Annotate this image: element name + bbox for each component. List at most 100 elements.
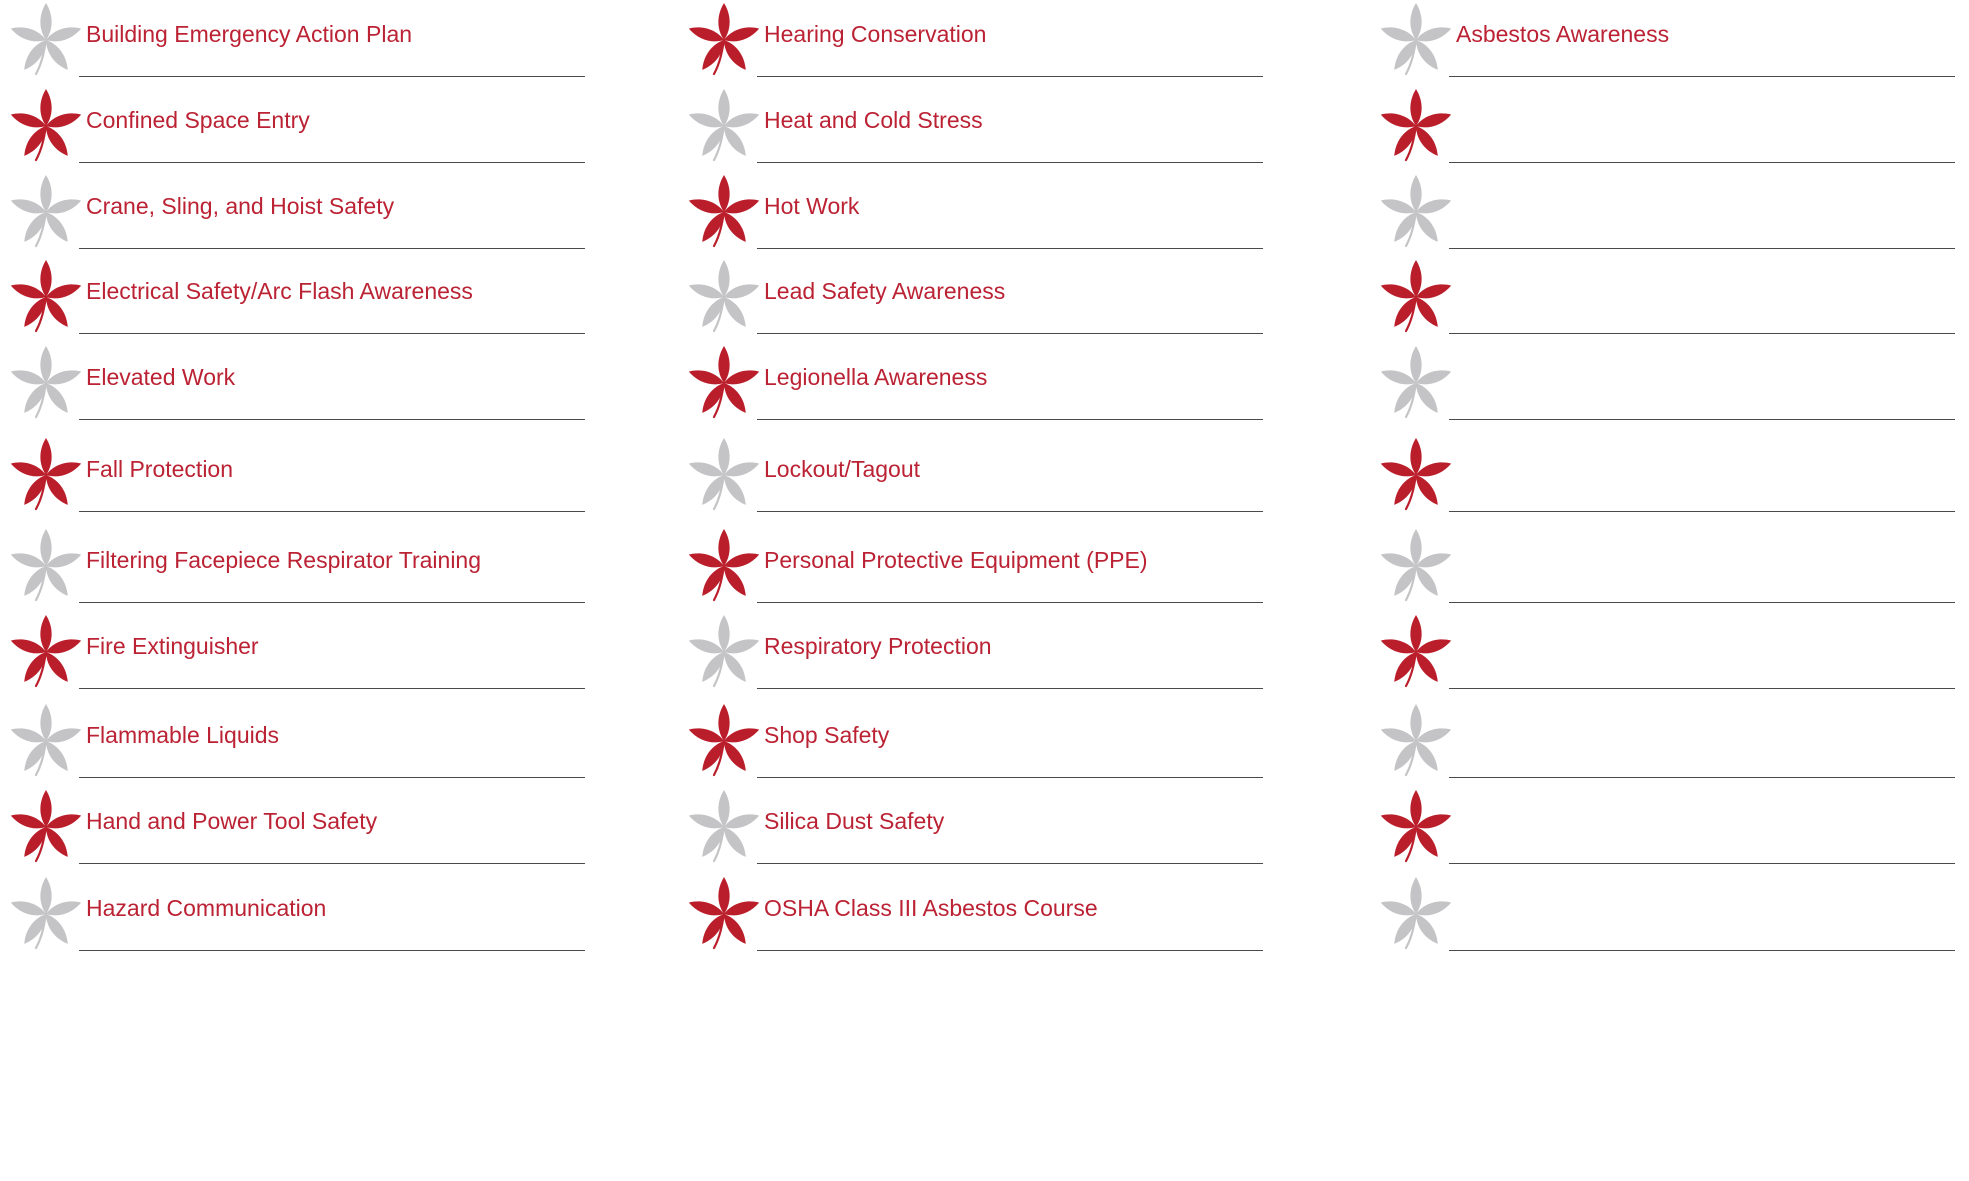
training-item-label: Shop Safety: [764, 722, 890, 748]
signature-line[interactable]: [79, 950, 585, 951]
training-item: Lockout/Tagout: [684, 435, 1274, 531]
training-item-label: Crane, Sling, and Hoist Safety: [86, 193, 395, 219]
training-item: Elevated Work: [6, 343, 596, 439]
blank-item: [1376, 612, 1966, 708]
training-item-label: Asbestos Awareness: [1456, 21, 1670, 47]
signature-line[interactable]: [79, 248, 585, 249]
buckeye-leaf-icon: [684, 435, 764, 521]
training-item-label: Fire Extinguisher: [86, 633, 259, 659]
training-item-label: OSHA Class III Asbestos Course: [764, 895, 1098, 921]
buckeye-leaf-icon: [684, 612, 764, 698]
signature-line[interactable]: [79, 162, 585, 163]
signature-line[interactable]: [1449, 777, 1955, 778]
signature-line[interactable]: [79, 419, 585, 420]
signature-line[interactable]: [757, 777, 1263, 778]
signature-line[interactable]: [757, 162, 1263, 163]
buckeye-leaf-icon: [684, 343, 764, 429]
buckeye-leaf-icon: [1376, 612, 1456, 698]
training-item: OSHA Class III Asbestos Course: [684, 874, 1274, 970]
signature-line[interactable]: [79, 777, 585, 778]
signature-line[interactable]: [79, 863, 585, 864]
blank-item: [1376, 86, 1966, 182]
signature-line[interactable]: [1449, 162, 1955, 163]
blank-item: [1376, 874, 1966, 970]
signature-line[interactable]: [1449, 688, 1955, 689]
training-item: Fall Protection: [6, 435, 596, 531]
training-item-label: Flammable Liquids: [86, 722, 280, 748]
training-item-label: Electrical Safety/Arc Flash Awareness: [86, 278, 473, 304]
signature-line[interactable]: [757, 248, 1263, 249]
buckeye-leaf-icon: [684, 172, 764, 258]
signature-line[interactable]: [757, 688, 1263, 689]
buckeye-leaf-icon: [6, 701, 86, 787]
blank-item: [1376, 257, 1966, 353]
signature-line[interactable]: [1449, 419, 1955, 420]
training-item: Confined Space Entry: [6, 86, 596, 182]
signature-line[interactable]: [757, 863, 1263, 864]
training-item: Flammable Liquids: [6, 701, 596, 797]
training-item-label: Personal Protective Equipment (PPE): [764, 547, 1148, 573]
training-item: Heat and Cold Stress: [684, 86, 1274, 182]
buckeye-leaf-icon: [6, 435, 86, 521]
training-item: Hazard Communication: [6, 874, 596, 970]
buckeye-leaf-icon: [684, 874, 764, 960]
training-item-label: Silica Dust Safety: [764, 808, 945, 834]
training-item-label: Hazard Communication: [86, 895, 327, 921]
training-item-label: Heat and Cold Stress: [764, 107, 983, 133]
signature-line[interactable]: [757, 333, 1263, 334]
signature-line[interactable]: [1449, 863, 1955, 864]
signature-line[interactable]: [757, 950, 1263, 951]
training-item: Fire Extinguisher: [6, 612, 596, 708]
signature-line[interactable]: [1449, 248, 1955, 249]
training-item-label: Elevated Work: [86, 364, 236, 390]
signature-line[interactable]: [1449, 602, 1955, 603]
blank-item: [1376, 172, 1966, 268]
signature-line[interactable]: [79, 76, 585, 77]
training-item: Personal Protective Equipment (PPE): [684, 526, 1274, 622]
buckeye-leaf-icon: [684, 0, 764, 86]
buckeye-leaf-icon: [1376, 257, 1456, 343]
signature-line[interactable]: [1449, 333, 1955, 334]
signature-line[interactable]: [757, 419, 1263, 420]
training-item-label: Fall Protection: [86, 456, 234, 482]
signature-line[interactable]: [79, 333, 585, 334]
training-item: Building Emergency Action Plan: [6, 0, 596, 96]
training-item-label: Lockout/Tagout: [764, 456, 921, 482]
signature-line[interactable]: [757, 76, 1263, 77]
buckeye-leaf-icon: [1376, 526, 1456, 612]
buckeye-leaf-icon: [1376, 435, 1456, 521]
buckeye-leaf-icon: [1376, 0, 1456, 86]
training-item: Filtering Facepiece Respirator Training: [6, 526, 596, 622]
signature-line[interactable]: [1449, 76, 1955, 77]
signature-line[interactable]: [1449, 950, 1955, 951]
training-item-label: Filtering Facepiece Respirator Training: [86, 547, 482, 573]
training-item-label: Hand and Power Tool Safety: [86, 808, 378, 834]
buckeye-leaf-icon: [6, 172, 86, 258]
training-item: Shop Safety: [684, 701, 1274, 797]
buckeye-leaf-icon: [6, 874, 86, 960]
buckeye-leaf-icon: [684, 787, 764, 873]
signature-line[interactable]: [79, 511, 585, 512]
signature-line[interactable]: [1449, 511, 1955, 512]
training-item: Crane, Sling, and Hoist Safety: [6, 172, 596, 268]
training-item: Legionella Awareness: [684, 343, 1274, 439]
buckeye-leaf-icon: [1376, 86, 1456, 172]
buckeye-leaf-icon: [684, 526, 764, 612]
training-item-label: Hearing Conservation: [764, 21, 987, 47]
buckeye-leaf-icon: [684, 257, 764, 343]
buckeye-leaf-icon: [1376, 787, 1456, 873]
buckeye-leaf-icon: [1376, 874, 1456, 960]
buckeye-leaf-icon: [6, 257, 86, 343]
buckeye-leaf-icon: [6, 343, 86, 429]
buckeye-leaf-icon: [684, 86, 764, 172]
training-item: Respiratory Protection: [684, 612, 1274, 708]
training-item: Hearing Conservation: [684, 0, 1274, 96]
signature-line[interactable]: [79, 602, 585, 603]
signature-line[interactable]: [757, 511, 1263, 512]
buckeye-leaf-icon: [6, 526, 86, 612]
signature-line[interactable]: [757, 602, 1263, 603]
training-item: Lead Safety Awareness: [684, 257, 1274, 353]
signature-line[interactable]: [79, 688, 585, 689]
training-item: Asbestos Awareness: [1376, 0, 1966, 96]
buckeye-leaf-icon: [6, 787, 86, 873]
